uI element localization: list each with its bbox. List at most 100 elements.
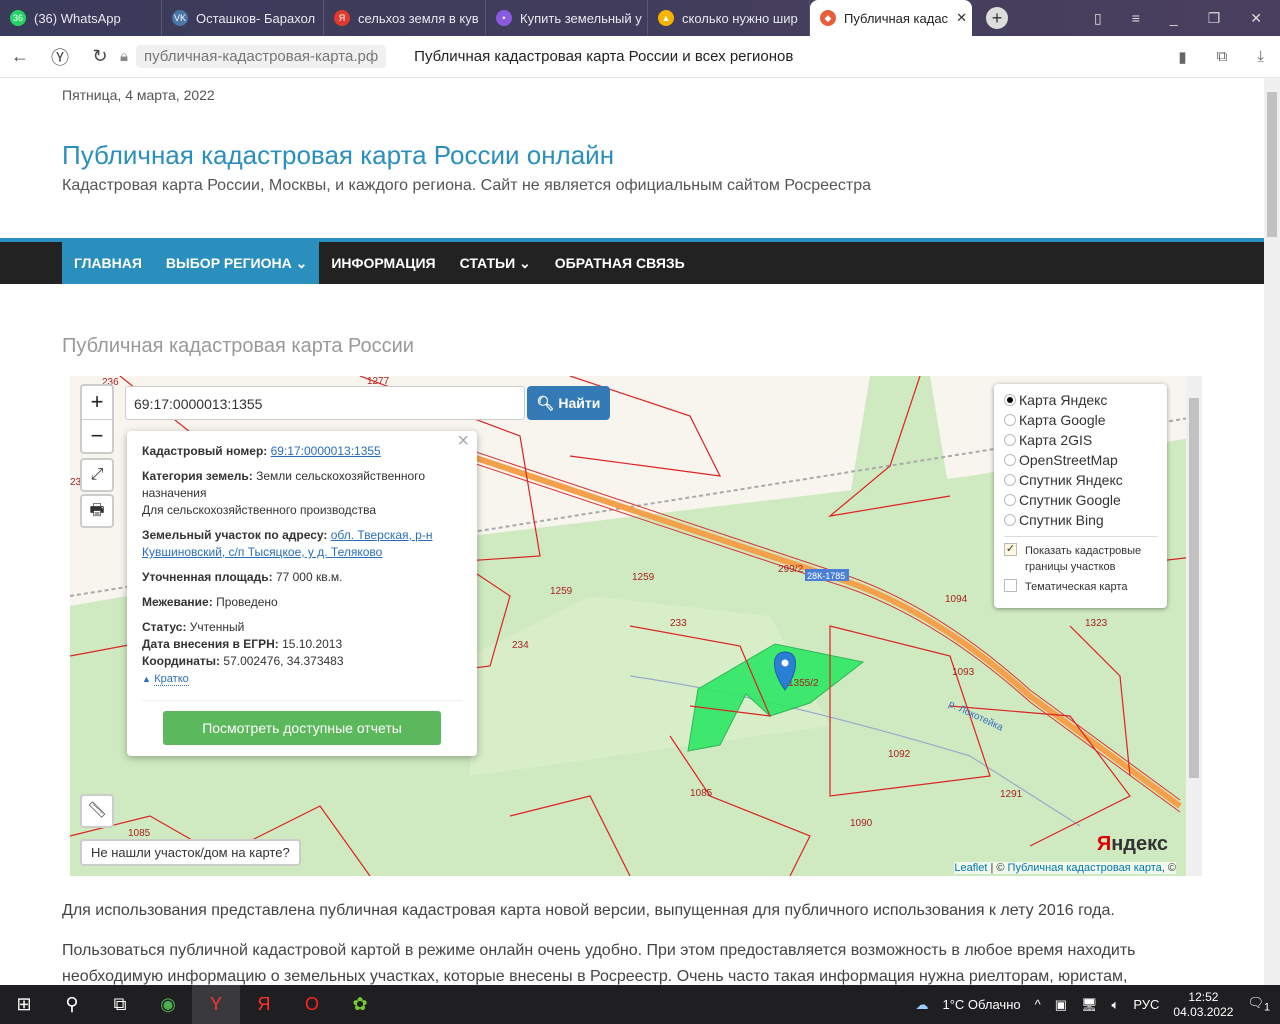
cloud-icon: ☁ bbox=[915, 996, 929, 1012]
extensions-icon[interactable]: ⧉ bbox=[1217, 48, 1228, 66]
ruler-icon[interactable]: 📏︎ bbox=[80, 794, 114, 828]
layer-option[interactable]: Карта Google bbox=[1004, 410, 1157, 430]
find-button[interactable]: 🔍︎ Найти bbox=[527, 386, 610, 420]
cadastral-map[interactable]: 236 1277 235 1259 1259 233 234 1094 1323 1093 1092… bbox=[70, 376, 1202, 876]
bookmark-icon[interactable]: ▮ bbox=[1178, 48, 1186, 66]
checkbox-checked-icon: ✓ bbox=[1004, 543, 1017, 556]
nav-item[interactable]: ИНФОРМАЦИЯ bbox=[319, 242, 447, 284]
volume-icon[interactable]: 🔈︎ bbox=[1112, 997, 1120, 1013]
windows-start-icon[interactable]: ⊞ bbox=[0, 985, 48, 1024]
use-value: Для сельскохозяйственного производства bbox=[142, 503, 377, 517]
cadastral-search-input[interactable]: 69:17:0000013:1355 bbox=[125, 386, 525, 420]
url-field[interactable]: публичная-кадастровая-карта.рф bbox=[135, 45, 387, 68]
back-icon[interactable]: ← bbox=[0, 46, 40, 67]
survey-value: Проведено bbox=[216, 595, 278, 609]
attribution-sep: | © bbox=[987, 862, 1008, 874]
layer-option[interactable]: Карта Яндекс bbox=[1004, 390, 1157, 410]
bookmarks-icon[interactable]: ▯ bbox=[1094, 10, 1102, 27]
browser-tab[interactable]: ◆ Публичная кадас ✕ bbox=[810, 0, 972, 36]
show-borders-checkbox[interactable]: ✓ Показать кадастровые границы участков bbox=[1004, 543, 1157, 575]
site-subtitle: Кадастровая карта России, Москвы, и кажд… bbox=[62, 177, 872, 194]
task-view-icon[interactable]: ⧉ bbox=[96, 985, 144, 1024]
caret-up-icon: ▲ bbox=[142, 674, 151, 684]
browser-tab[interactable]: 36 (36) WhatsApp bbox=[0, 0, 162, 36]
layer-option[interactable]: Карта 2GIS bbox=[1004, 430, 1157, 450]
parcel-popup: × Кадастровый номер: 69:17:0000013:1355 … bbox=[127, 431, 477, 756]
site-title[interactable]: Публичная кадастровая карта России онлай… bbox=[62, 140, 614, 171]
chevron-up-icon[interactable]: ^ bbox=[1035, 997, 1041, 1012]
radio-icon bbox=[1004, 414, 1016, 426]
tab-label: Купить земельный у bbox=[520, 10, 642, 26]
radio-icon bbox=[1004, 394, 1016, 406]
page-title-display: Публичная кадастровая карта России и все… bbox=[414, 48, 794, 65]
coords-value: 57.002476, 34.373483 bbox=[223, 654, 344, 668]
layer-label: Карта 2GIS bbox=[1019, 432, 1093, 448]
page-scrollbar[interactable] bbox=[1264, 78, 1280, 985]
layer-label: Спутник Bing bbox=[1019, 512, 1104, 528]
address-bar: ← Ⓨ ↻ 🔒︎ публичная-кадастровая-карта.рф … bbox=[0, 36, 1280, 78]
minimize-button[interactable]: _ bbox=[1170, 10, 1178, 27]
brief-toggle[interactable]: Кратко bbox=[154, 673, 189, 686]
pkk-link[interactable]: Публичная кадастровая карта bbox=[1008, 862, 1162, 874]
fullscreen-icon[interactable]: ⤢ bbox=[80, 458, 114, 492]
cad-label: Кадастровый номер: bbox=[142, 444, 268, 458]
download-icon[interactable]: ⤓ bbox=[1257, 48, 1264, 66]
cad-number-link[interactable]: 69:17:0000013:1355 bbox=[271, 444, 381, 458]
survey-label: Межевание: bbox=[142, 595, 213, 609]
section-title: Публичная кадастровая карта России bbox=[62, 335, 414, 357]
nav-item[interactable]: СТАТЬИ ⌄ bbox=[448, 242, 543, 284]
leaflet-link[interactable]: Leaflet bbox=[954, 862, 987, 874]
search-icon: 🔍︎ bbox=[536, 395, 555, 411]
language[interactable]: РУС bbox=[1133, 997, 1159, 1012]
thematic-map-checkbox[interactable]: Тематическая карта bbox=[1004, 579, 1157, 595]
menu-icon[interactable]: ≡ bbox=[1132, 10, 1140, 27]
zoom-out-button[interactable]: − bbox=[82, 419, 112, 452]
layer-label: OpenStreetMap bbox=[1019, 452, 1118, 468]
layer-option[interactable]: Спутник Bing bbox=[1004, 510, 1157, 530]
camera-icon[interactable]: ▣ bbox=[1055, 997, 1067, 1013]
parcel-label: 1094 bbox=[945, 594, 968, 605]
new-tab-button[interactable]: + bbox=[986, 7, 1008, 29]
not-found-button[interactable]: Не нашли участок/дом на карте? bbox=[80, 839, 301, 866]
layer-label: Спутник Google bbox=[1019, 492, 1121, 508]
network-icon[interactable]: 🖥︎ bbox=[1081, 997, 1098, 1013]
search-icon[interactable]: ⚲ bbox=[48, 985, 96, 1024]
yandex-icon: Я bbox=[334, 10, 350, 26]
nav-item[interactable]: ОБРАТНАЯ СВЯЗЬ bbox=[543, 242, 697, 284]
print-icon[interactable]: 🖶︎ bbox=[80, 494, 114, 528]
parcel-label: 1092 bbox=[888, 749, 911, 760]
whatsapp-icon: 36 bbox=[10, 10, 26, 26]
weather[interactable]: 1°C Облачно bbox=[942, 997, 1020, 1012]
reload-icon[interactable]: ↻ bbox=[80, 46, 120, 67]
close-icon[interactable]: × bbox=[457, 431, 469, 451]
paragraph: Пользоваться публичной кадастровой карто… bbox=[62, 942, 1136, 985]
opera-icon[interactable]: O bbox=[288, 985, 336, 1024]
icq-icon[interactable]: ✿ bbox=[336, 985, 384, 1024]
clock[interactable]: 12:52 04.03.2022 bbox=[1173, 990, 1233, 1020]
nav-item[interactable]: ВЫБОР РЕГИОНА ⌄ bbox=[153, 242, 320, 284]
yandex-home-icon[interactable]: Ⓨ bbox=[40, 44, 80, 70]
parcel-label: 233 bbox=[670, 618, 687, 629]
chrome-icon[interactable]: ◉ bbox=[144, 985, 192, 1024]
layer-option[interactable]: Спутник Яндекс bbox=[1004, 470, 1157, 490]
restore-button[interactable]: ❐ bbox=[1208, 10, 1221, 27]
parcel-label: 1259 bbox=[632, 572, 655, 583]
yandex-browser-icon[interactable]: Y bbox=[192, 985, 240, 1024]
browser-tab[interactable]: • Купить земельный у bbox=[486, 0, 648, 36]
nav-item[interactable]: ГЛАВНАЯ bbox=[62, 242, 154, 284]
layer-option[interactable]: Спутник Google bbox=[1004, 490, 1157, 510]
layer-option[interactable]: OpenStreetMap bbox=[1004, 450, 1157, 470]
zoom-control: + − bbox=[80, 384, 114, 454]
date: Пятница, 4 марта, 2022 bbox=[62, 87, 215, 103]
parcel-label: 1259 bbox=[550, 586, 573, 597]
close-tab-icon[interactable]: ✕ bbox=[956, 10, 967, 26]
notifications-icon[interactable]: 🗨︎1 bbox=[1247, 995, 1270, 1014]
map-scrollbar[interactable] bbox=[1186, 376, 1202, 876]
browser-tab[interactable]: VK Осташков- Барахол bbox=[162, 0, 324, 36]
view-reports-button[interactable]: Посмотреть доступные отчеты bbox=[163, 711, 441, 745]
close-window-button[interactable]: ✕ bbox=[1250, 10, 1262, 27]
zoom-in-button[interactable]: + bbox=[82, 386, 112, 419]
browser-tab[interactable]: ▲ сколько нужно шир bbox=[648, 0, 810, 36]
browser-tab[interactable]: Ясельхоз земля в кув bbox=[324, 0, 486, 36]
yandex-icon[interactable]: Я bbox=[240, 985, 288, 1024]
